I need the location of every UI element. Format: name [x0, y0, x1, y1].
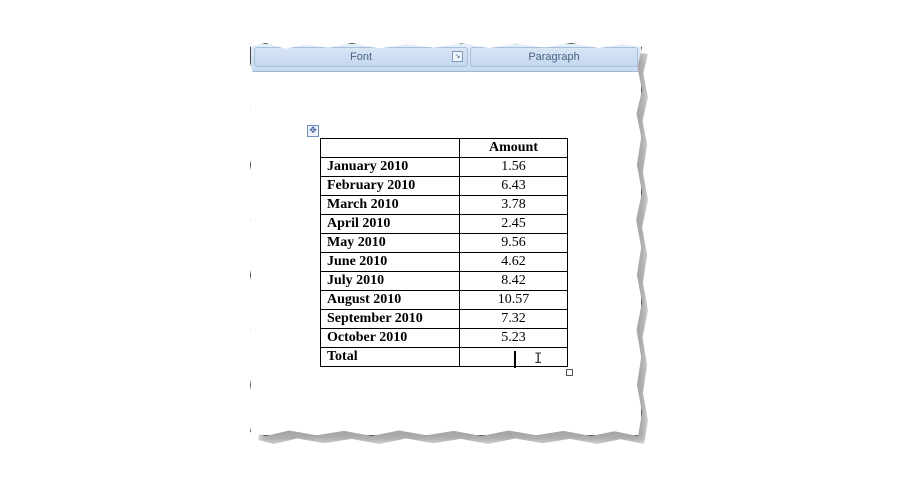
month-cell[interactable]: August 2010 — [320, 290, 460, 310]
month-cell[interactable]: March 2010 — [320, 195, 460, 215]
month-cell[interactable]: October 2010 — [320, 328, 460, 348]
table-row: July 2010 8.42 — [320, 271, 568, 291]
amount-cell[interactable]: 10.57 — [459, 290, 568, 310]
ribbon-group-paragraph[interactable]: Paragraph — [470, 47, 638, 67]
ribbon-bar: Font ↘ Paragraph — [250, 43, 642, 72]
amount-table: Amount January 2010 1.56 February 2010 6… — [320, 138, 568, 367]
table-row: April 2010 2.45 — [320, 214, 568, 234]
header-cell-amount[interactable]: Amount — [459, 138, 568, 158]
amount-cell[interactable]: 8.42 — [459, 271, 568, 291]
table-row: February 2010 6.43 — [320, 176, 568, 196]
torn-paper-clipping: Font ↘ Paragraph ✥ Amount January 2010 1… — [250, 43, 642, 436]
screenshot-stage: Font ↘ Paragraph ✥ Amount January 2010 1… — [0, 0, 900, 483]
table-row: October 2010 5.23 — [320, 328, 568, 348]
total-label-cell[interactable]: Total — [320, 347, 460, 367]
table-row: June 2010 4.62 — [320, 252, 568, 272]
table-row: March 2010 3.78 — [320, 195, 568, 215]
paragraph-group-label: Paragraph — [528, 51, 580, 63]
text-caret — [514, 351, 516, 368]
table-row: May 2010 9.56 — [320, 233, 568, 253]
header-cell-blank[interactable] — [320, 138, 460, 158]
amount-cell[interactable]: 4.62 — [459, 252, 568, 272]
dialog-launcher-icon[interactable]: ↘ — [452, 51, 463, 62]
month-cell[interactable]: January 2010 — [320, 157, 460, 177]
amount-cell[interactable]: 1.56 — [459, 157, 568, 177]
ribbon-group-font[interactable]: Font ↘ — [254, 47, 468, 67]
month-cell[interactable]: July 2010 — [320, 271, 460, 291]
month-cell[interactable]: April 2010 — [320, 214, 460, 234]
table-header-row: Amount — [320, 138, 568, 158]
month-cell[interactable]: February 2010 — [320, 176, 460, 196]
month-cell[interactable]: May 2010 — [320, 233, 460, 253]
amount-cell[interactable]: 9.56 — [459, 233, 568, 253]
ibeam-cursor-icon: I — [534, 351, 543, 367]
table-row: September 2010 7.32 — [320, 309, 568, 329]
amount-cell[interactable]: 2.45 — [459, 214, 568, 234]
amount-cell[interactable]: 3.78 — [459, 195, 568, 215]
month-cell[interactable]: September 2010 — [320, 309, 460, 329]
table-row: January 2010 1.56 — [320, 157, 568, 177]
amount-cell[interactable]: 5.23 — [459, 328, 568, 348]
table-resize-handle-icon[interactable] — [566, 369, 573, 376]
month-cell[interactable]: June 2010 — [320, 252, 460, 272]
total-row: Total — [320, 347, 568, 367]
amount-cell[interactable]: 6.43 — [459, 176, 568, 196]
table-move-handle-icon[interactable]: ✥ — [307, 125, 319, 137]
amount-cell[interactable]: 7.32 — [459, 309, 568, 329]
font-group-label: Font — [349, 51, 372, 63]
table-row: August 2010 10.57 — [320, 290, 568, 310]
